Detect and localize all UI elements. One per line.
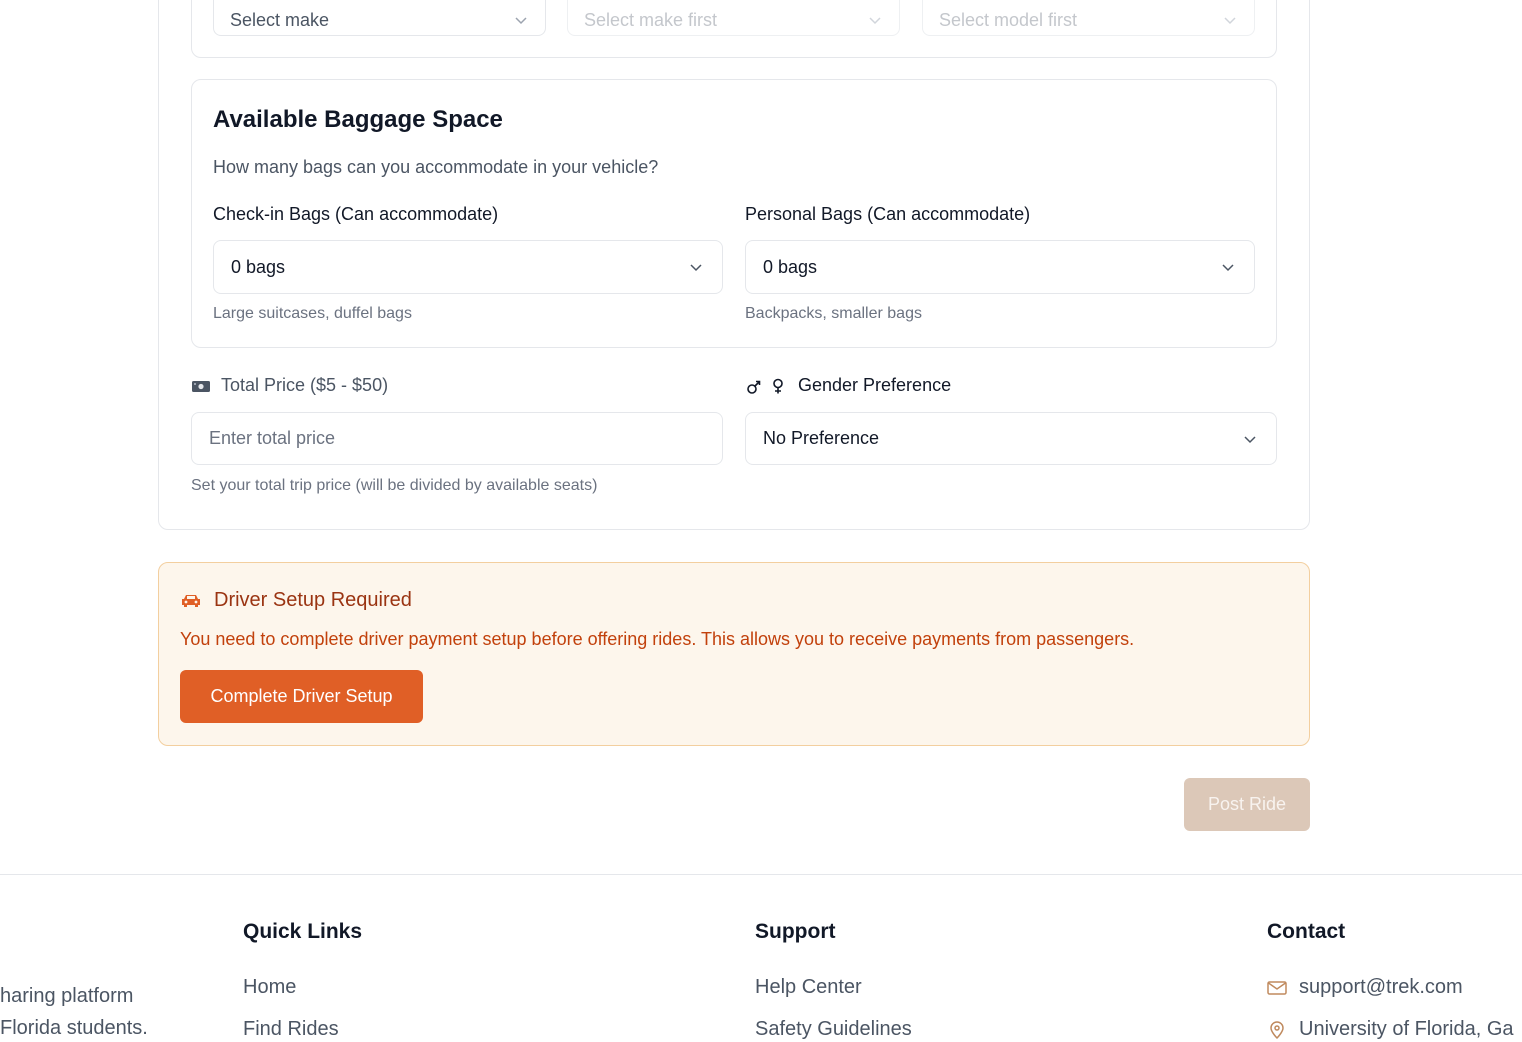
footer-quick-links-heading: Quick Links bbox=[243, 920, 363, 943]
car-icon bbox=[182, 594, 200, 607]
footer-link-safety-guidelines[interactable]: Safety Guidelines bbox=[755, 1018, 912, 1041]
footer-description: haring platform Florida students. bbox=[0, 980, 148, 1042]
chevron-down-icon bbox=[690, 264, 702, 272]
footer-link-home[interactable]: Home bbox=[243, 976, 296, 999]
vehicle-year-placeholder: Select model first bbox=[939, 9, 1078, 30]
money-icon bbox=[192, 380, 210, 392]
gender-preference-value: No Preference bbox=[763, 428, 880, 448]
personal-bags-label: Personal Bags (Can accommodate) bbox=[745, 204, 1031, 224]
gender-label: Gender Preference bbox=[798, 375, 952, 395]
chevron-down-icon bbox=[869, 17, 881, 25]
vehicle-model-placeholder: Select make first bbox=[584, 9, 718, 30]
personal-bags-hint: Backpacks, smaller bags bbox=[745, 305, 922, 322]
footer-description-line: haring platform bbox=[0, 985, 134, 1007]
price-hint: Set your total trip price (will be divid… bbox=[191, 477, 598, 494]
price-label-row: Total Price ($5 - $50) bbox=[191, 375, 388, 396]
gender-preference-select[interactable]: No Preference bbox=[745, 412, 1277, 465]
personal-bags-value: 0 bags bbox=[763, 256, 818, 277]
checkin-bags-hint: Large suitcases, duffel bags bbox=[213, 305, 412, 322]
total-price-placeholder: Enter total price bbox=[209, 428, 336, 448]
vehicle-year-select[interactable]: Select model first bbox=[922, 0, 1255, 36]
checkin-bags-label: Check-in Bags (Can accommodate) bbox=[213, 204, 499, 224]
alert-title: Driver Setup Required bbox=[214, 589, 412, 611]
alert-title-row: Driver Setup Required bbox=[180, 589, 412, 612]
alert-message: You need to complete driver payment setu… bbox=[180, 629, 1135, 649]
footer-divider bbox=[0, 874, 1522, 875]
footer-support-heading: Support bbox=[755, 920, 836, 943]
chevron-down-icon bbox=[1222, 264, 1234, 272]
complete-driver-setup-button[interactable]: Complete Driver Setup bbox=[180, 670, 423, 723]
total-price-input[interactable]: Enter total price bbox=[191, 412, 723, 465]
chevron-down-icon bbox=[1224, 17, 1236, 25]
mail-icon bbox=[1267, 980, 1287, 995]
checkin-bags-value: 0 bags bbox=[231, 256, 286, 277]
checkin-bags-select[interactable]: 0 bags bbox=[213, 240, 723, 294]
post-ride-button[interactable]: Post Ride bbox=[1184, 778, 1310, 831]
map-pin-icon bbox=[1270, 1020, 1284, 1039]
footer-contact-email[interactable]: support@trek.com bbox=[1299, 976, 1463, 999]
vehicle-make-placeholder: Select make bbox=[230, 9, 330, 30]
vehicle-model-select[interactable]: Select make first bbox=[567, 0, 900, 36]
gender-label-row: Gender Preference bbox=[746, 375, 951, 396]
baggage-subtitle: How many bags can you accommodate in you… bbox=[213, 157, 659, 177]
footer-contact-location-row: University of Florida, Ga bbox=[1267, 1018, 1514, 1041]
footer-link-help-center[interactable]: Help Center bbox=[755, 976, 862, 999]
personal-bags-select[interactable]: 0 bags bbox=[745, 240, 1255, 294]
footer-contact-email-row[interactable]: support@trek.com bbox=[1267, 976, 1463, 999]
footer-contact-location: University of Florida, Ga bbox=[1299, 1018, 1514, 1040]
chevron-down-icon bbox=[1244, 435, 1256, 443]
footer-link-find-rides[interactable]: Find Rides bbox=[243, 1018, 339, 1041]
footer-description-line: Florida students. bbox=[0, 1017, 148, 1039]
gender-icon bbox=[747, 378, 783, 394]
chevron-down-icon bbox=[515, 17, 527, 25]
baggage-title: Available Baggage Space bbox=[213, 106, 503, 133]
vehicle-make-select[interactable]: Select make bbox=[213, 0, 546, 36]
price-label: Total Price ($5 - $50) bbox=[221, 375, 389, 395]
footer-contact-heading: Contact bbox=[1267, 920, 1346, 943]
